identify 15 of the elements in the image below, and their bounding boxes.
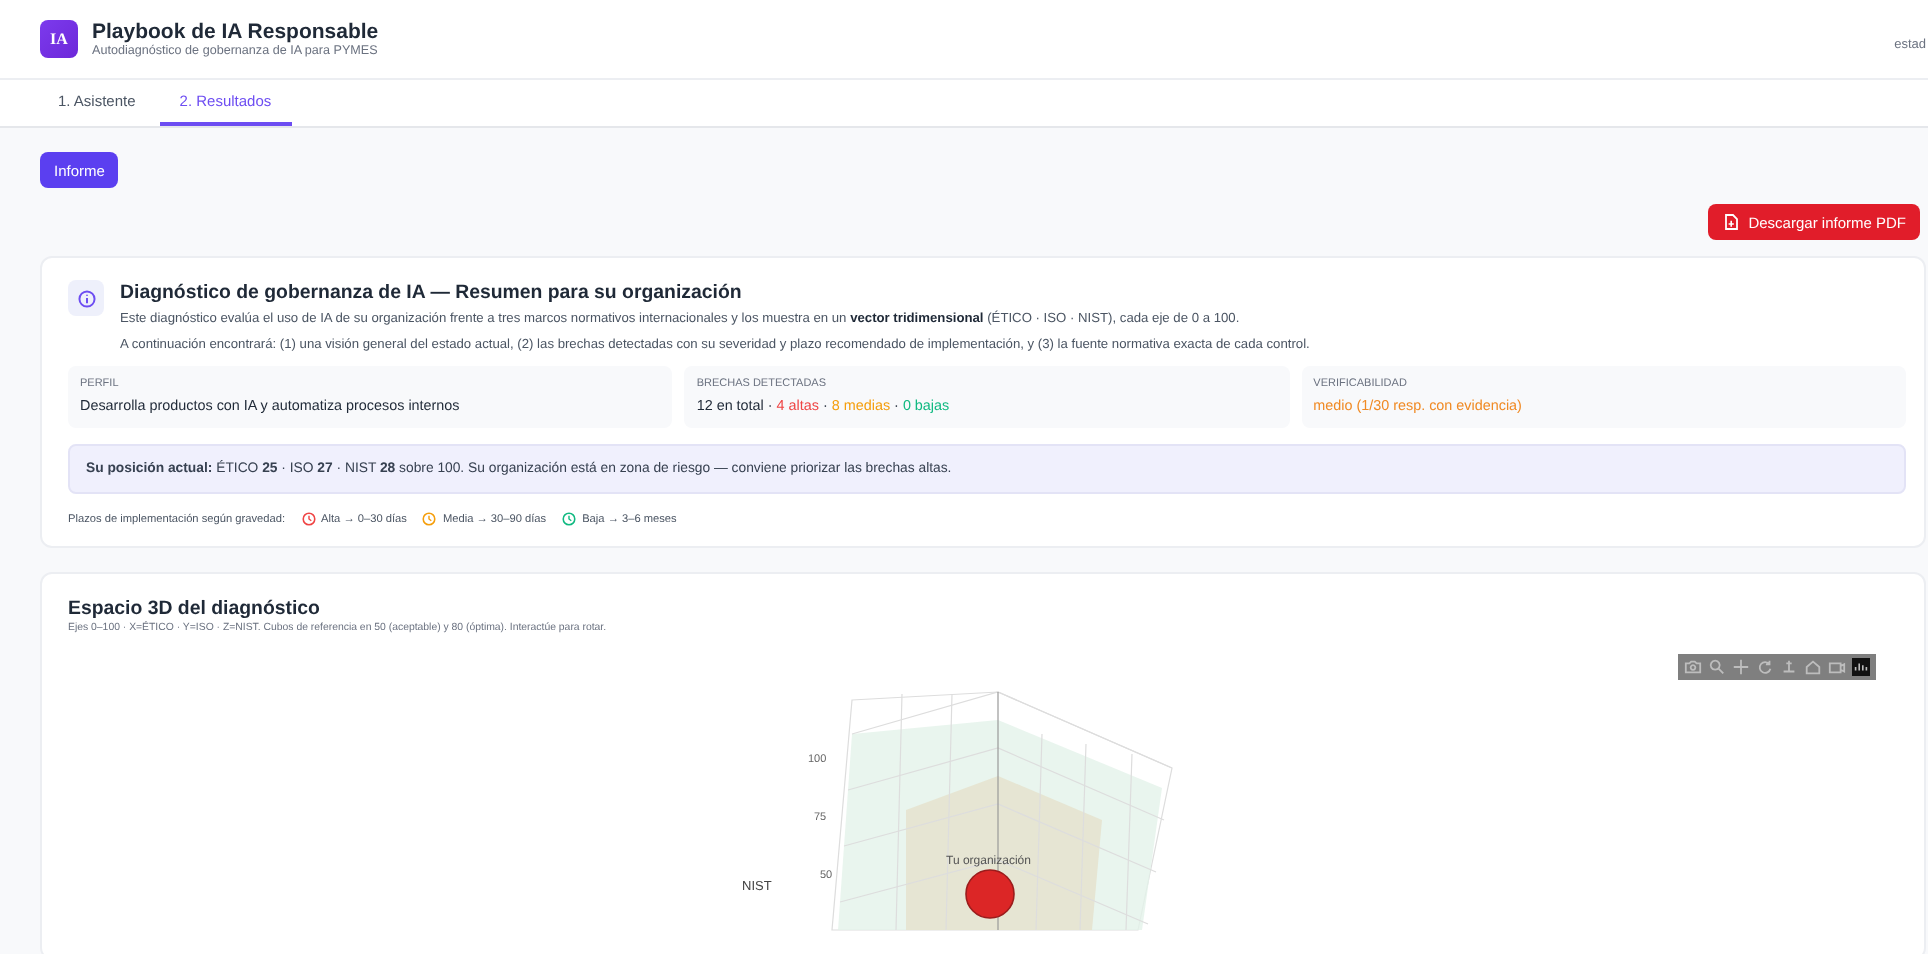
logo-icon[interactable]	[1852, 658, 1870, 676]
plot-title: Espacio 3D del diagnóstico	[68, 598, 322, 620]
home-icon[interactable]	[1804, 658, 1822, 676]
pan-icon[interactable]	[1732, 658, 1750, 676]
summary-title: Diagnóstico de gobernanza de IA — Resumen para su organización	[120, 280, 744, 306]
document-icon	[1724, 214, 1739, 230]
camera-icon[interactable]	[1684, 658, 1702, 676]
data-point	[965, 869, 1015, 919]
video-camera-icon[interactable]	[1828, 658, 1846, 676]
rotate-icon[interactable]	[1756, 658, 1774, 676]
anchor-icon[interactable]	[1780, 658, 1798, 676]
zoom-icon[interactable]	[1708, 658, 1726, 676]
app-logo: IA	[40, 20, 78, 58]
app-title: Playbook de IA Responsable	[92, 20, 381, 44]
info-icon	[77, 289, 95, 307]
